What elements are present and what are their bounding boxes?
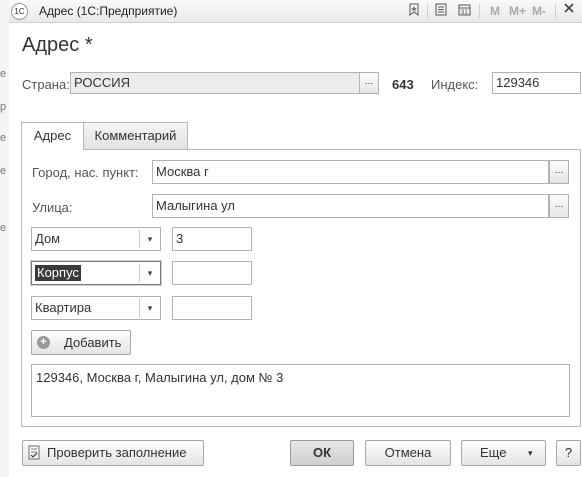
close-icon[interactable]	[562, 3, 576, 18]
country-label: Страна:	[22, 77, 70, 92]
toolbar-divider	[479, 4, 480, 18]
address-text-field[interactable]: 129346, Москва г, Малыгина ул, дом № 3	[31, 364, 570, 417]
background-text: р	[0, 101, 7, 113]
country-select-button[interactable]: ...	[359, 72, 379, 94]
block-number-field[interactable]	[172, 261, 252, 285]
check-filling-button[interactable]: Проверить заполнение	[22, 440, 204, 466]
index-field[interactable]: 129346	[492, 72, 581, 94]
country-field[interactable]: РОССИЯ	[70, 72, 360, 94]
form-title: Адрес *	[22, 34, 93, 56]
add-button-label: Добавить	[64, 335, 122, 350]
ok-button[interactable]: ОК	[290, 440, 354, 466]
memory-plus-button[interactable]: M+	[509, 4, 526, 18]
street-select-button[interactable]: ...	[549, 194, 569, 218]
block-type-value: Корпус	[35, 265, 81, 281]
address-dialog: 1С Адрес (1С:Предприятие) 31 M M+ M- Адр…	[9, 0, 582, 477]
building-type-value: Дом	[35, 231, 61, 246]
memory-button[interactable]: M	[490, 4, 500, 18]
chevron-down-icon[interactable]: ▾	[140, 228, 160, 250]
apartment-number-field[interactable]	[172, 296, 252, 320]
check-filling-label: Проверить заполнение	[47, 445, 187, 460]
checklist-icon	[27, 445, 41, 461]
svg-text:31: 31	[461, 10, 468, 16]
street-field[interactable]: Малыгина ул	[152, 194, 549, 218]
background-text: е	[0, 222, 7, 234]
chevron-down-icon[interactable]: ▾	[140, 297, 160, 319]
background-text: е	[0, 132, 7, 144]
index-label: Индекс:	[431, 77, 479, 92]
background-text: е	[0, 165, 7, 177]
city-select-button[interactable]: ...	[549, 160, 569, 184]
favorite-icon[interactable]	[407, 3, 421, 18]
apartment-type-value: Квартира	[35, 300, 92, 315]
background-text: е	[0, 68, 7, 80]
building-number-field[interactable]: 3	[172, 227, 252, 251]
cancel-button[interactable]: Отмена	[365, 440, 451, 466]
add-icon: +	[37, 336, 50, 349]
app-logo-icon[interactable]: 1С	[11, 3, 28, 20]
building-type-select[interactable]: Дом ▾	[31, 227, 161, 251]
city-field[interactable]: Москва г	[152, 160, 549, 184]
tab-address[interactable]: Адрес	[21, 122, 84, 150]
calendar-icon[interactable]: 31	[457, 3, 471, 18]
memory-minus-button[interactable]: M-	[532, 4, 546, 18]
street-label: Улица:	[32, 200, 73, 215]
apartment-type-select[interactable]: Квартира ▾	[31, 296, 161, 320]
more-button-label: Еще	[480, 445, 507, 460]
block-type-select[interactable]: Корпус ▾	[31, 261, 161, 285]
list-icon[interactable]	[434, 3, 448, 18]
chevron-down-icon: ▾	[528, 448, 533, 458]
help-button[interactable]: ?	[556, 440, 581, 466]
title-bar[interactable]: 1С Адрес (1С:Предприятие) 31 M M+ M-	[9, 0, 582, 23]
city-label: Город, нас. пункт:	[32, 165, 139, 180]
toolbar-divider	[427, 4, 428, 18]
chevron-down-icon[interactable]: ▾	[140, 262, 160, 284]
window-title: Адрес (1С:Предприятие)	[39, 4, 178, 18]
tab-comment[interactable]: Комментарий	[83, 122, 188, 150]
more-button[interactable]: Еще ▾	[461, 440, 546, 466]
add-button[interactable]: + Добавить	[31, 330, 131, 355]
toolbar-divider	[555, 4, 556, 18]
country-code: 643	[392, 77, 414, 92]
